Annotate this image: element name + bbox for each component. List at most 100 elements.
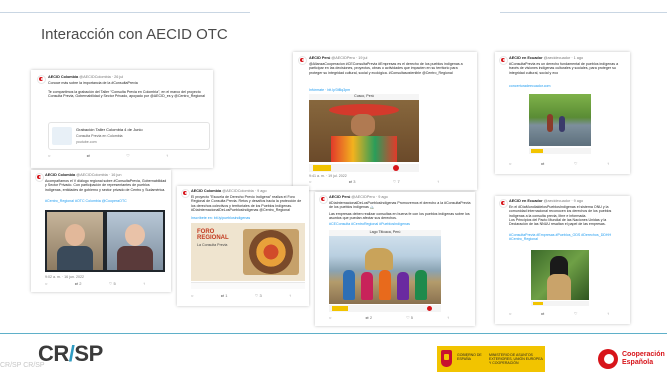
cooperacion-line1: Cooperación: [622, 351, 665, 358]
cooperacion-mark-icon: [598, 349, 618, 369]
tweet-hashtags[interactable]: #CEConsulta #CentroRegional #PueblosIndí…: [329, 222, 471, 226]
tweet-handle-date: @aecidecuador · 1 ago: [543, 56, 584, 60]
crsp-logo: CR/SP: [38, 341, 103, 367]
like-count: 5: [113, 281, 116, 286]
tweet-text: @AlianzaCooperacion #CEConsultaPrevia #E…: [309, 62, 463, 75]
reply-icon[interactable]: ○: [509, 311, 511, 317]
tweet-actions: ○ ⇄ ♡ ↑: [509, 161, 609, 167]
woman-figure: [379, 270, 391, 300]
tweet-actions: ○ ⇄ ♡ ↑: [48, 153, 168, 159]
videocall-screenshot: [45, 210, 165, 272]
like-icon[interactable]: ♡: [574, 311, 578, 317]
tweet-hashtags[interactable]: #ConsultaPrevia #Empresas #Pueblos_ODS #…: [509, 233, 625, 242]
aecid-avatar: [319, 195, 328, 204]
tweet-card-colombia-dialogo[interactable]: AECID Colombia @AECIDColombia · 16 jun A…: [31, 170, 171, 292]
tweet-handle-date: @AECIDColombia · 9 ago: [222, 189, 267, 193]
like-icon[interactable]: ♡: [574, 161, 578, 167]
like-icon[interactable]: ♡ 7: [393, 179, 400, 185]
like-icon[interactable]: ♡: [126, 153, 130, 159]
share-icon[interactable]: ↑: [143, 281, 145, 287]
aecid-logo-strip: [529, 148, 591, 154]
retweet-icon[interactable]: ⇄: [87, 153, 90, 159]
tweet-card-ecuador-river[interactable]: AECID en Ecuador @aecidecuador · 1 ago #…: [495, 52, 630, 174]
retweet-icon[interactable]: ⇄ 2: [365, 315, 372, 321]
tweet-link[interactable]: Inscríbete en: bit.ly/pueblosindigenas: [191, 216, 305, 220]
retweet-icon[interactable]: ⇄: [541, 161, 544, 167]
cooperacion-name: Cooperación Española: [622, 351, 665, 367]
reply-icon[interactable]: ○: [191, 293, 193, 299]
retweet-icon[interactable]: ⇄ 3: [349, 179, 356, 185]
person-head: [125, 224, 145, 246]
reply-icon[interactable]: ○: [48, 153, 50, 159]
like-icon[interactable]: ♡ 3: [255, 293, 262, 299]
share-icon[interactable]: ↑: [607, 161, 609, 167]
tweet-author-name: AECID Colombia: [45, 173, 76, 177]
aecid-avatar: [35, 173, 44, 182]
reply-icon[interactable]: ○: [309, 179, 311, 185]
share-icon[interactable]: ↑: [447, 315, 449, 321]
youtube-link-card[interactable]: Grabación Taller Colombia 4 de Junio Con…: [48, 122, 210, 150]
share-icon[interactable]: ↑: [607, 311, 609, 317]
retweet-count: 1: [225, 293, 228, 298]
card-subtitle: Consulta Previa en Colombia: [76, 134, 123, 138]
participant-left: [47, 212, 103, 270]
retweet-icon[interactable]: ⇄ 1: [221, 293, 228, 299]
tweet-timestamp: 9:41 a. m. · 19 jul. 2022: [309, 174, 347, 178]
tweet-text: #ConsultaPrevia es un derecho fundamenta…: [509, 62, 619, 75]
woman-figure: [397, 272, 409, 300]
tweet-author: AECID en Ecuador @aecidecuador · 1 ago: [509, 56, 583, 60]
reply-icon[interactable]: ○: [45, 281, 47, 287]
poster-artwork: [243, 229, 299, 275]
tweet-handle-date: @AECIDColombia · 16 jun: [76, 173, 122, 177]
aecid-logo-strip: [329, 305, 441, 312]
faint-watermark-text: CR/SP CR/SP: [0, 362, 45, 369]
aecid-logo-strip: [531, 301, 589, 306]
top-right-decorative-line: [500, 12, 667, 13]
tweet-link[interactable]: Infórmate · bit.ly/3tBq3pm: [309, 88, 469, 92]
reply-icon[interactable]: ○: [509, 161, 511, 167]
cooperacion-line2: Española: [622, 359, 654, 366]
card-title: Grabación Taller Colombia 4 de Junio: [76, 127, 143, 132]
tweet-author-name: AECID Perú: [309, 56, 331, 60]
tweet-timestamp: 9:02 a. m. · 16 jun. 2022: [45, 275, 84, 279]
tweet-author: AECID Colombia @AECIDColombia · 9 ago: [191, 189, 267, 193]
tweet-text: Los Principios del Pacto Mundial de las …: [509, 218, 607, 227]
share-icon[interactable]: ↑: [166, 153, 168, 159]
tweet-author-name: AECID Perú: [329, 195, 351, 199]
coop-mini-logo: [427, 306, 432, 311]
share-icon[interactable]: ↑: [289, 293, 291, 299]
poster-subtitle: La Consulta Previa: [197, 243, 228, 247]
like-icon[interactable]: ♡ 5: [109, 281, 116, 287]
retweet-icon[interactable]: ⇄: [541, 311, 544, 317]
tweet-card-peru-titicaca[interactable]: AECID Perú @AECIDPeru · 9 ago #DíaIntern…: [315, 192, 475, 326]
crsp-logo-sp: SP: [74, 341, 103, 366]
video-thumbnail: [52, 127, 72, 145]
tweet-card-ecuador-pueblos[interactable]: AECID en Ecuador @aecidecuador · 9 ago E…: [495, 196, 630, 324]
retweet-icon[interactable]: ⇄ 2: [75, 281, 82, 287]
share-icon[interactable]: ↑: [437, 179, 439, 185]
tweet-card-foro-regional[interactable]: AECID Colombia @AECIDColombia · 9 ago El…: [177, 186, 309, 306]
like-icon[interactable]: ♡ 5: [406, 315, 413, 321]
tweet-card-colombia-consulta[interactable]: AECID Colombia @AECIDColombia · 26 jul C…: [31, 70, 213, 168]
poster-title: FORO REGIONAL: [197, 229, 229, 241]
woman-figure: [343, 270, 355, 300]
woman-body: [547, 274, 571, 300]
cusco-photo: Cusco, Perú: [309, 94, 419, 162]
participant-right: [107, 212, 163, 270]
tweet-link[interactable]: concerturadeecuador.com: [509, 84, 625, 88]
tweet-author-name: AECID en Ecuador: [509, 199, 543, 203]
tweet-hashtags[interactable]: #Centro_Regional #OTC Colombia @CooperaO…: [45, 199, 167, 203]
tweet-actions: ○ ⇄ 2 ♡ 5 ↑: [45, 281, 145, 287]
person-head: [65, 224, 85, 246]
tweet-card-peru-cusco[interactable]: AECID Perú @AECIDPeru · 19 jul @AlianzaC…: [293, 52, 477, 190]
tweet-actions: ○ ⇄ 3 ♡ 7 ↑: [309, 179, 439, 185]
tweet-handle-date: @AECIDPeru · 9 ago: [351, 195, 388, 199]
gov-flag-mini: [332, 306, 348, 311]
tweet-text: En el #DíaMundialdelosPueblosIndígenas e…: [509, 205, 612, 218]
aecid-avatar: [181, 189, 190, 198]
photo-caption: Lago Titicaca, Perú: [329, 230, 441, 236]
reply-icon[interactable]: ○: [329, 315, 331, 321]
gov-flag-mini: [533, 302, 543, 305]
aecid-avatar: [499, 199, 508, 208]
aecid-logo-strip: [309, 164, 419, 172]
